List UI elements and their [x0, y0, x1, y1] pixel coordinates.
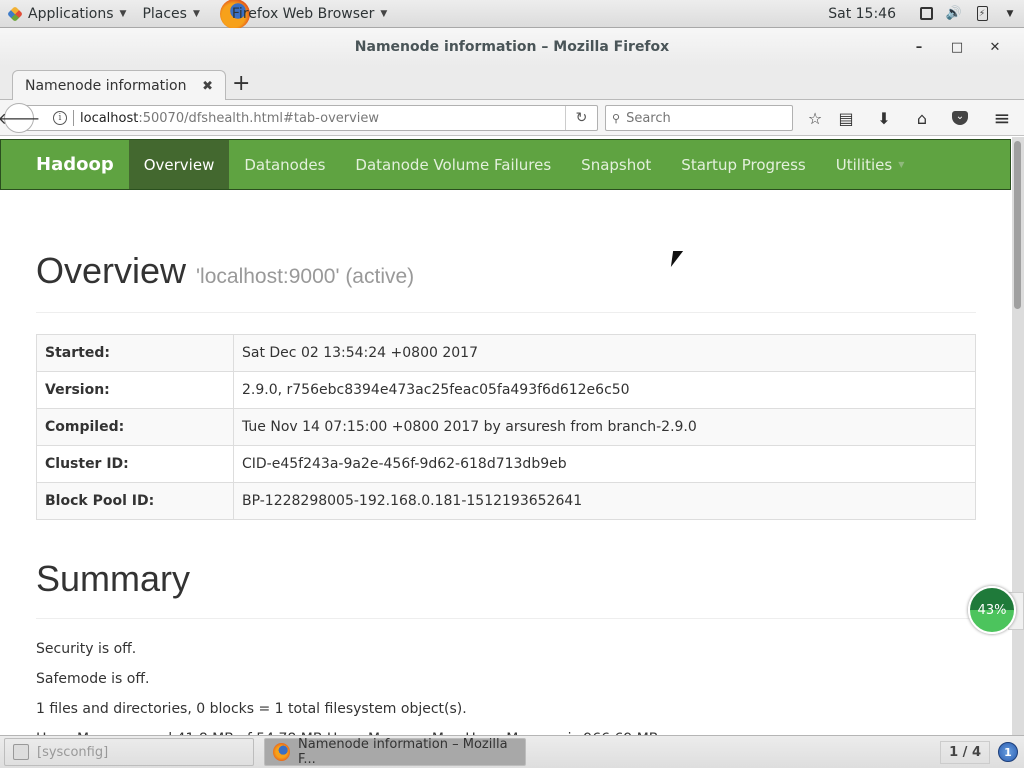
taskbar: [sysconfig] Namenode information – Mozil…: [0, 735, 1024, 768]
scrollbar-thumb[interactable]: [1014, 141, 1021, 309]
row-key: Version:: [36, 371, 234, 409]
nav-datanodes[interactable]: Datanodes: [229, 140, 340, 189]
overview-title: Overview: [36, 250, 187, 291]
system-top-bar: Applications ▼ Places ▼ Firefox Web Brow…: [0, 0, 1024, 29]
table-row: Compiled: Tue Nov 14 07:15:00 +0800 2017…: [36, 408, 976, 446]
battery-icon[interactable]: ⚡: [974, 6, 990, 22]
url-path: :50070/dfshealth.html#tab-overview: [138, 110, 380, 126]
divider: [36, 618, 976, 619]
url-bar[interactable]: i localhost:50070/dfshealth.html#tab-ove…: [24, 105, 598, 131]
chevron-down-icon: ▼: [192, 8, 200, 19]
places-menu[interactable]: Places ▼: [134, 0, 207, 28]
usage-percent-badge[interactable]: 43%: [968, 586, 1016, 634]
new-tab-button[interactable]: +: [232, 72, 250, 96]
reload-button[interactable]: ↻: [565, 106, 597, 130]
window-title: Namenode information – Mozilla Firefox: [354, 39, 670, 55]
taskbar-item-sysconfig[interactable]: [sysconfig]: [4, 738, 254, 766]
summary-line: Security is off.: [36, 641, 137, 657]
table-row: Version: 2.9.0, r756ebc8394e473ac25feac0…: [36, 371, 976, 409]
chevron-down-icon: ▼: [380, 8, 388, 19]
tab-strip: Namenode information ✖ +: [0, 66, 1024, 101]
search-input[interactable]: [626, 110, 777, 126]
nav-datanode-volume-failures[interactable]: Datanode Volume Failures: [340, 140, 566, 189]
places-label: Places: [142, 5, 187, 22]
overview-table: Started: Sat Dec 02 13:54:24 +0800 2017 …: [36, 334, 976, 520]
applications-menu[interactable]: Applications ▼: [0, 0, 134, 28]
back-arrow-icon: 🡐: [0, 109, 41, 128]
hamburger-menu-icon[interactable]: ≡: [990, 106, 1014, 130]
nav-overview[interactable]: Overview: [128, 140, 230, 189]
tab-namenode-information[interactable]: Namenode information ✖: [12, 70, 226, 101]
nav-snapshot[interactable]: Snapshot: [566, 140, 666, 189]
tab-label: Namenode information: [25, 78, 187, 94]
row-value: BP-1228298005-192.168.0.181-151219365264…: [233, 482, 976, 520]
row-key: Started:: [36, 334, 234, 372]
applications-icon: [8, 7, 22, 21]
page-scrollbar[interactable]: [1012, 137, 1024, 735]
overview-heading: Overview 'localhost:9000' (active): [36, 250, 976, 292]
row-key: Compiled:: [36, 408, 234, 446]
volume-icon[interactable]: 🔊: [946, 6, 962, 22]
firefox-icon: [273, 743, 291, 761]
taskbar-item-firefox[interactable]: Namenode information – Mozilla F...: [264, 737, 526, 767]
notification-count-badge[interactable]: 1: [998, 742, 1018, 762]
bookmark-star-icon[interactable]: ☆: [803, 106, 827, 130]
tab-close-icon[interactable]: ✖: [202, 79, 213, 94]
url-host: localhost: [80, 110, 139, 126]
clock[interactable]: Sat 15:46: [812, 6, 912, 22]
workspace-pager[interactable]: 1 / 4: [940, 740, 990, 764]
row-value: Tue Nov 14 07:15:00 +0800 2017 by arsure…: [233, 408, 976, 446]
search-bar[interactable]: ⚲: [605, 105, 793, 131]
taskbar-item-label: Namenode information – Mozilla F...: [298, 737, 508, 767]
row-value: CID-e45f243a-9a2e-456f-9d62-618d713db9eb: [233, 445, 976, 483]
firefox-app-menu[interactable]: Firefox Web Browser ▼: [208, 0, 395, 29]
summary-line: 1 files and directories, 0 blocks = 1 to…: [36, 701, 467, 717]
download-icon[interactable]: ⬇: [872, 106, 896, 130]
file-cabinet-icon: [13, 744, 29, 760]
firefox-app-label: Firefox Web Browser: [231, 5, 375, 22]
browser-navigation-bar: i localhost:50070/dfshealth.html#tab-ove…: [0, 100, 1024, 136]
row-key: Cluster ID:: [36, 445, 234, 483]
divider: [36, 312, 976, 313]
home-icon[interactable]: ⌂: [910, 106, 934, 130]
summary-line: Safemode is off.: [36, 671, 150, 687]
summary-line: Heap Memory used 41.8 MB of 54.78 MB Hea…: [36, 724, 976, 735]
display-icon[interactable]: [918, 6, 934, 22]
caret-down-icon: ▼: [898, 160, 905, 169]
nav-utilities[interactable]: Utilities ▼: [821, 140, 920, 189]
hadoop-brand[interactable]: Hadoop: [1, 140, 129, 189]
taskbar-item-label: [sysconfig]: [37, 744, 109, 760]
search-icon: ⚲: [612, 111, 621, 125]
usage-percent-label: 43%: [977, 602, 1007, 618]
row-key: Block Pool ID:: [36, 482, 234, 520]
row-value: 2.9.0, r756ebc8394e473ac25feac05fa493f6d…: [233, 371, 976, 409]
summary-title: Summary: [36, 558, 191, 599]
table-row: Started: Sat Dec 02 13:54:24 +0800 2017: [36, 334, 976, 372]
bookmarks-list-icon[interactable]: ▤: [834, 106, 858, 130]
nav-startup-progress[interactable]: Startup Progress: [666, 140, 820, 189]
close-window-button[interactable]: ✕: [976, 40, 1014, 55]
pocket-icon[interactable]: ⌄: [948, 106, 972, 130]
hadoop-navbar: Hadoop Overview Datanodes Datanode Volum…: [0, 139, 1011, 190]
table-row: Cluster ID: CID-e45f243a-9a2e-456f-9d62-…: [36, 445, 976, 483]
main-content: Overview 'localhost:9000' (active) Start…: [36, 190, 976, 735]
window-titlebar: Namenode information – Mozilla Firefox –…: [0, 28, 1024, 66]
overview-subtitle: 'localhost:9000' (active): [196, 265, 415, 288]
system-menu-arrow-icon[interactable]: ▼: [1002, 6, 1018, 22]
url-separator: [73, 110, 74, 126]
site-info-icon[interactable]: i: [53, 111, 67, 125]
page-viewport: Hadoop Overview Datanodes Datanode Volum…: [0, 137, 1012, 735]
row-value: Sat Dec 02 13:54:24 +0800 2017: [233, 334, 976, 372]
table-row: Block Pool ID: BP-1228298005-192.168.0.1…: [36, 482, 976, 520]
chevron-down-icon: ▼: [119, 8, 127, 19]
minimize-button[interactable]: –: [900, 40, 938, 55]
maximize-button[interactable]: □: [938, 40, 976, 55]
back-button[interactable]: 🡐: [0, 103, 40, 133]
nav-utilities-label: Utilities: [835, 155, 893, 174]
applications-label: Applications: [28, 5, 114, 22]
summary-list: Security is off. Safemode is off. 1 file…: [36, 634, 976, 735]
